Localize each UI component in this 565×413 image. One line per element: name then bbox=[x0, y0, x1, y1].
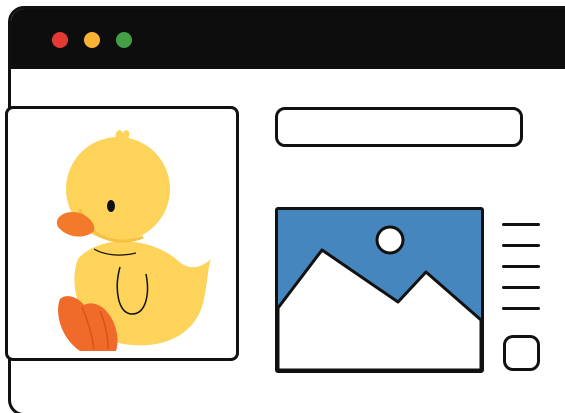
title-bar bbox=[11, 9, 565, 69]
screenshot-root bbox=[0, 0, 565, 413]
landscape-image-icon bbox=[275, 207, 484, 373]
action-button[interactable] bbox=[503, 335, 540, 371]
hero-image-card bbox=[5, 106, 239, 361]
text-line bbox=[502, 286, 540, 289]
text-line bbox=[502, 244, 540, 247]
close-window-dot[interactable] bbox=[52, 32, 68, 48]
maximize-window-dot[interactable] bbox=[116, 32, 132, 48]
text-line bbox=[502, 307, 540, 310]
search-input[interactable] bbox=[275, 107, 523, 147]
text-line bbox=[502, 265, 540, 268]
minimize-window-dot[interactable] bbox=[84, 32, 100, 48]
duck-illustration-icon bbox=[56, 130, 211, 351]
text-lines bbox=[502, 223, 540, 328]
text-line bbox=[502, 223, 540, 226]
